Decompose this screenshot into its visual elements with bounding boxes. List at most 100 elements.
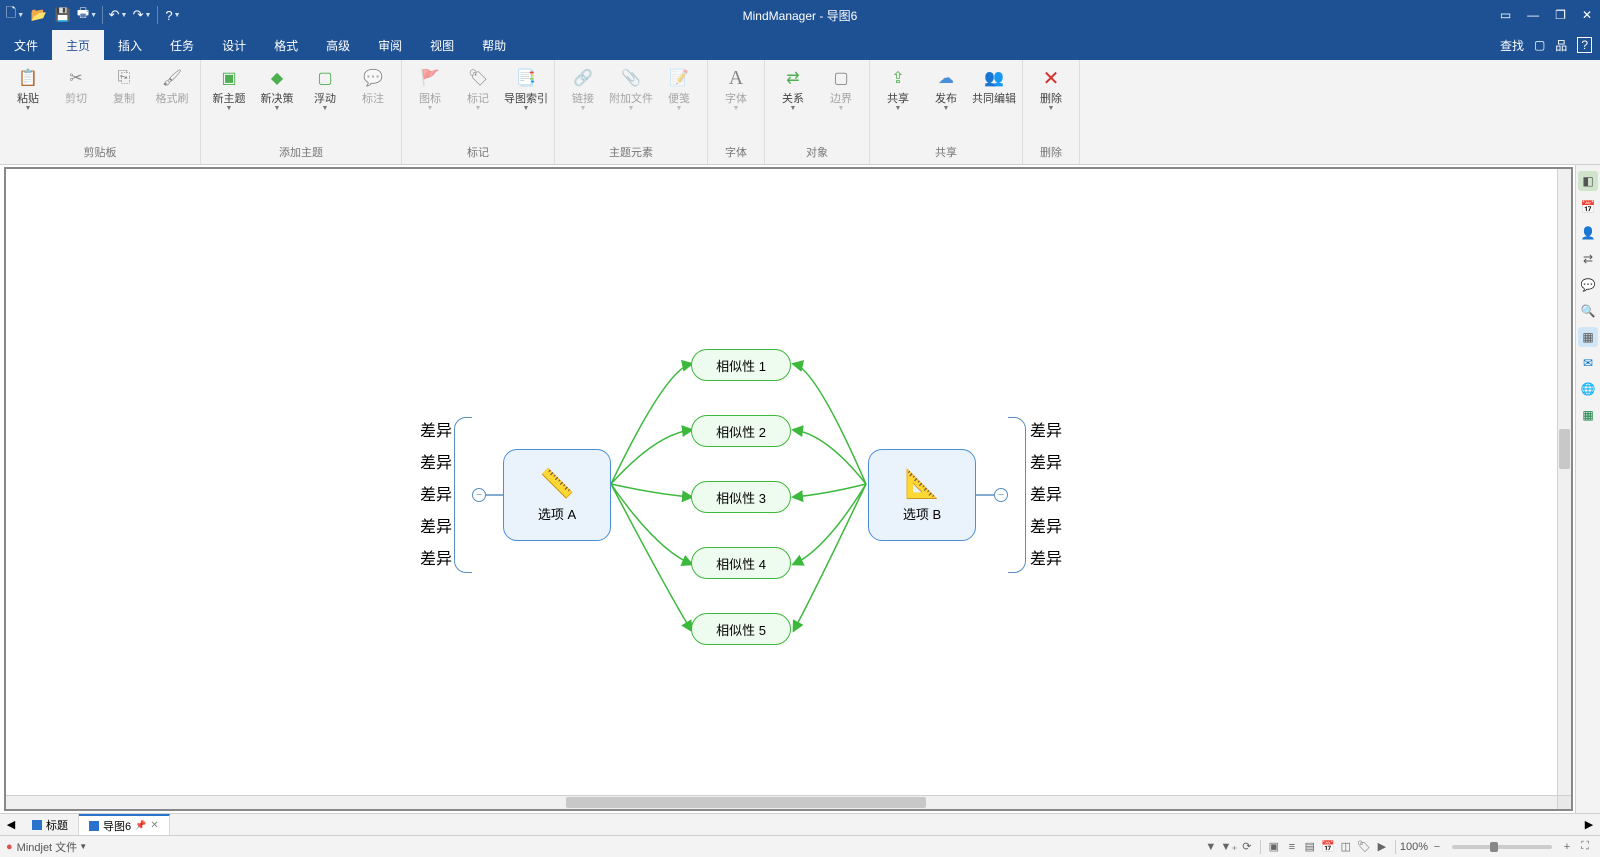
- filter-icon[interactable]: ▼: [1202, 839, 1220, 855]
- boundary-button[interactable]: ▢边界▼: [819, 64, 863, 114]
- coedit-button[interactable]: 👥共同编辑: [972, 64, 1016, 107]
- diff-a-4[interactable]: 差异: [412, 513, 452, 537]
- tab-scroll-left-icon[interactable]: ◀: [0, 818, 22, 831]
- fit-icon[interactable]: ⛶: [1576, 839, 1594, 855]
- font-button[interactable]: A字体▼: [714, 64, 758, 114]
- map-index-button[interactable]: 📑导图索引▼: [504, 64, 548, 114]
- pane-format-icon[interactable]: ▦: [1578, 327, 1598, 347]
- node-option-b[interactable]: 📐 选项 B: [868, 449, 976, 541]
- pane-mapparts-icon[interactable]: ◧: [1578, 171, 1598, 191]
- view-tag-icon[interactable]: 🏷: [1355, 839, 1373, 855]
- panel-toggle-icon[interactable]: ▢: [1534, 38, 1545, 52]
- zoom-out-icon[interactable]: −: [1428, 839, 1446, 855]
- tab-home[interactable]: 主页: [52, 30, 104, 60]
- expander-a[interactable]: −: [472, 488, 486, 502]
- pane-outlook-icon[interactable]: ✉: [1578, 353, 1598, 373]
- diff-b-2[interactable]: 差异: [1030, 449, 1070, 473]
- icon-marker-button[interactable]: 🚩图标▼: [408, 64, 452, 114]
- relation-button[interactable]: ⇄关系▼: [771, 64, 815, 114]
- pane-comments-icon[interactable]: 💬: [1578, 275, 1598, 295]
- tag-button[interactable]: 🏷标记▼: [456, 64, 500, 114]
- horizontal-scrollbar[interactable]: [6, 795, 1557, 809]
- tab-review[interactable]: 审阅: [364, 30, 416, 60]
- paste-button[interactable]: 📋粘贴▼: [6, 64, 50, 114]
- node-option-a[interactable]: 📏 选项 A: [503, 449, 611, 541]
- view-gantt-icon[interactable]: ▤: [1301, 839, 1319, 855]
- refresh-icon[interactable]: ⟳: [1238, 839, 1256, 855]
- close-tab-icon[interactable]: ✕: [150, 820, 158, 831]
- h-scroll-thumb[interactable]: [566, 797, 926, 808]
- new-doc-icon[interactable]: 🗋▼: [4, 4, 26, 26]
- diff-a-5[interactable]: 差异: [412, 545, 452, 569]
- redo-icon[interactable]: ↷▼: [131, 4, 153, 26]
- node-sim-5[interactable]: 相似性 5: [691, 613, 791, 645]
- tab-task[interactable]: 任务: [156, 30, 208, 60]
- search-link[interactable]: 查找: [1500, 37, 1524, 54]
- node-sim-1[interactable]: 相似性 1: [691, 349, 791, 381]
- save-icon[interactable]: 💾: [52, 4, 74, 26]
- tab-file[interactable]: 文件: [0, 30, 52, 60]
- format-painter-button[interactable]: 🖌格式刷: [150, 64, 194, 107]
- zoom-thumb[interactable]: [1490, 842, 1498, 852]
- diff-b-5[interactable]: 差异: [1030, 545, 1070, 569]
- ribbon-toggle-icon[interactable]: ▭: [1496, 8, 1515, 22]
- tab-help[interactable]: 帮助: [468, 30, 520, 60]
- view-icon-icon[interactable]: ◫: [1337, 839, 1355, 855]
- view-outline-icon[interactable]: ≡: [1283, 839, 1301, 855]
- zoom-slider[interactable]: [1452, 845, 1552, 849]
- pane-web-icon[interactable]: 🌐: [1578, 379, 1598, 399]
- callout-button[interactable]: 💬标注: [351, 64, 395, 107]
- share-button[interactable]: ⇪共享▼: [876, 64, 920, 114]
- pane-related-icon[interactable]: ⇄: [1578, 249, 1598, 269]
- help2-icon[interactable]: ?: [1577, 37, 1592, 53]
- filter2-icon[interactable]: ▼₊: [1220, 839, 1238, 855]
- maximize-icon[interactable]: ❐: [1551, 8, 1570, 22]
- mindmap-canvas[interactable]: 📏 选项 A − 📐 选项 B − 相似性 1 相似性 2 相似性 3 相似性 …: [6, 169, 1571, 809]
- close-icon[interactable]: ✕: [1578, 8, 1596, 22]
- node-sim-4[interactable]: 相似性 4: [691, 547, 791, 579]
- attach-button[interactable]: 📎附加文件▼: [609, 64, 653, 114]
- tab-format[interactable]: 格式: [260, 30, 312, 60]
- diff-a-1[interactable]: 差异: [412, 417, 452, 441]
- sitemap-icon[interactable]: 品: [1555, 37, 1567, 54]
- diff-a-3[interactable]: 差异: [412, 481, 452, 505]
- new-decision-button[interactable]: ◆新决策▼: [255, 64, 299, 114]
- pane-calendar-icon[interactable]: 📅: [1578, 197, 1598, 217]
- tab-scroll-right-icon[interactable]: ▶: [1578, 818, 1600, 831]
- pane-user-icon[interactable]: 👤: [1578, 223, 1598, 243]
- diff-b-3[interactable]: 差异: [1030, 481, 1070, 505]
- new-topic-button[interactable]: ▣新主题▼: [207, 64, 251, 114]
- doc-tab-2[interactable]: 导图6📌✕: [79, 814, 170, 835]
- copy-button[interactable]: ⎘复制: [102, 64, 146, 107]
- minimize-icon[interactable]: —: [1523, 8, 1543, 22]
- tab-view[interactable]: 视图: [416, 30, 468, 60]
- link-button[interactable]: 🔗链接▼: [561, 64, 605, 114]
- doc-tab-1[interactable]: 标题: [22, 814, 79, 835]
- v-scroll-thumb[interactable]: [1559, 429, 1570, 469]
- tab-design[interactable]: 设计: [208, 30, 260, 60]
- pane-search-icon[interactable]: 🔍: [1578, 301, 1598, 321]
- diff-b-1[interactable]: 差异: [1030, 417, 1070, 441]
- view-schedule-icon[interactable]: 📅: [1319, 839, 1337, 855]
- tab-advanced[interactable]: 高级: [312, 30, 364, 60]
- expander-b[interactable]: −: [994, 488, 1008, 502]
- open-icon[interactable]: 📂: [28, 4, 50, 26]
- view-present-icon[interactable]: ▶: [1373, 839, 1391, 855]
- pane-excel-icon[interactable]: ▦: [1578, 405, 1598, 425]
- pin-icon[interactable]: 📌: [135, 820, 146, 831]
- tab-insert[interactable]: 插入: [104, 30, 156, 60]
- view-map-icon[interactable]: ▣: [1265, 839, 1283, 855]
- diff-a-2[interactable]: 差异: [412, 449, 452, 473]
- status-drop-icon[interactable]: ▼: [79, 842, 87, 851]
- node-sim-3[interactable]: 相似性 3: [691, 481, 791, 513]
- cut-button[interactable]: ✂剪切: [54, 64, 98, 107]
- zoom-label[interactable]: 100%: [1400, 841, 1428, 853]
- float-button[interactable]: ▢浮动▼: [303, 64, 347, 114]
- note-button[interactable]: 📝便笺▼: [657, 64, 701, 114]
- node-sim-2[interactable]: 相似性 2: [691, 415, 791, 447]
- diff-b-4[interactable]: 差异: [1030, 513, 1070, 537]
- print-icon[interactable]: 🖶▼: [76, 4, 98, 26]
- undo-icon[interactable]: ↶▼: [107, 4, 129, 26]
- vertical-scrollbar[interactable]: [1557, 169, 1571, 795]
- delete-button[interactable]: ✕删除▼: [1029, 64, 1073, 114]
